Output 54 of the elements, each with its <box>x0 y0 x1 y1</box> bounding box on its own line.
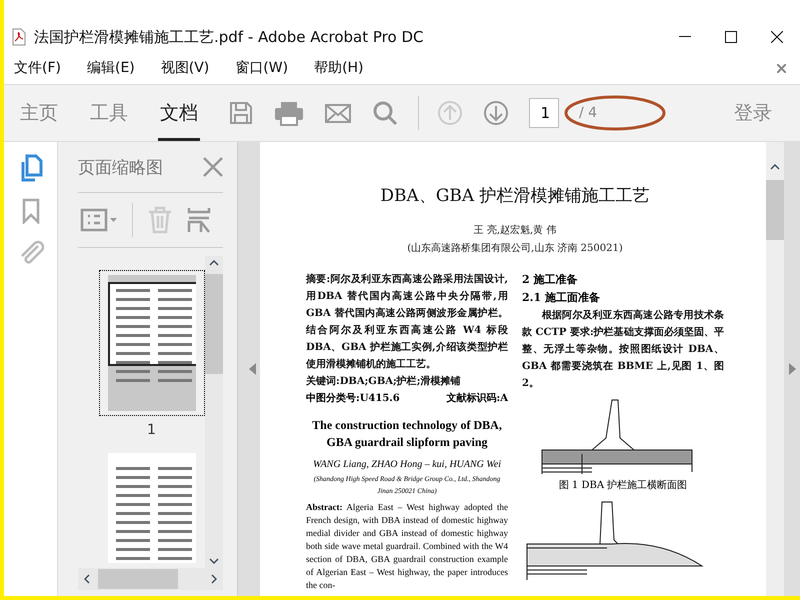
bookmark-icon[interactable] <box>22 198 40 224</box>
trash-icon[interactable] <box>147 206 173 234</box>
body-text: 根据阿尔及利亚东西高速公路专用技术条款 CCTP 要求:护栏基础支撑面必须坚固、平整、无浮土等杂物。按照图纸设计 DBA、GBA 都需要浇筑在 BBME 上,见图 1、图 2。 <box>522 308 724 391</box>
abstract-text: 摘要:阿尔及利亚东西高速公路采用法国设计,用DBA 替代国内高速公路中央分隔带,用 GBA 替代国内高速公路两侧波形金属护栏。结合阿尔及利亚东西高速公路 W4 标段 DBA、GBA 护栏施工实例,介绍该类型护栏使用滑模摊铺机的施工工艺。 <box>306 272 508 372</box>
page-number-field[interactable]: 1 <box>529 98 559 128</box>
subsection-heading: 2.1 施工面准备 <box>522 290 601 306</box>
menu-item[interactable]: 视图(V) <box>156 59 220 77</box>
keywords-text: 关键词:DBA;GBA;护栏;滑模摊铺 <box>306 374 462 389</box>
english-abstract: Abstract: Algeria East – West highway adopted the French design, with DBA instead of domestic highway medial divider and GBA instead of domestic highway both side wave metal guardrail. Combined with the W4 section of DBA, GBA guardrail construction example of Algerian East – West highway, the paper introduces the con- <box>306 501 508 592</box>
menu-item[interactable]: 编辑(E) <box>82 59 145 77</box>
next-page-icon[interactable] <box>483 100 509 126</box>
scroll-right-icon[interactable] <box>211 574 217 584</box>
document-title: DBA、GBA 护栏滑模摊铺施工工艺 <box>379 185 651 207</box>
scrollbar-thumb[interactable] <box>205 274 223 374</box>
authors: 王 亮,赵宏魁,黄 伟 <box>472 224 558 237</box>
close-icon[interactable] <box>203 157 223 177</box>
menu-item[interactable]: 窗口(W) <box>231 59 298 77</box>
thumbnail-label: 1 <box>147 422 156 438</box>
page-total: / 4 <box>579 105 598 121</box>
previous-page-icon[interactable] <box>437 100 463 126</box>
maximize-icon <box>725 31 737 43</box>
close-icon <box>771 31 783 43</box>
window-title: 法国护栏滑模摊铺施工工艺.pdf - Adobe Acrobat Pro DC <box>34 28 424 46</box>
scrollbar-thumb[interactable] <box>766 180 784 240</box>
pages-icon[interactable] <box>18 154 42 182</box>
scroll-up-icon[interactable] <box>770 164 780 170</box>
affiliation: (山东高速路桥集团有限公司,山东 济南 250021) <box>406 242 624 255</box>
scrollbar-thumb[interactable] <box>98 569 178 589</box>
menu-item[interactable]: 帮助(H) <box>310 59 374 77</box>
figure-caption: 图 1 DBA 护栏施工横断面图 <box>558 478 688 492</box>
save-icon[interactable] <box>228 100 254 126</box>
page-thumbnail[interactable] <box>98 270 204 416</box>
minimize-icon <box>679 36 691 38</box>
scroll-left-icon[interactable] <box>84 574 90 584</box>
classification-text: 中图分类号:U415.6 <box>306 392 400 406</box>
scroll-up-icon[interactable] <box>209 260 219 266</box>
menu-item[interactable]: 文件(F) <box>10 59 71 77</box>
expand-arrow-icon[interactable] <box>788 363 796 375</box>
pdf-file-icon <box>12 28 26 46</box>
document-code-text: 文献标识码:A <box>446 392 508 406</box>
close-icon[interactable] <box>777 64 786 72</box>
scrollbar[interactable] <box>78 568 223 590</box>
panel-title: 页面缩略图 <box>78 156 163 178</box>
collapse-arrow-icon[interactable] <box>248 363 256 375</box>
english-title: The construction technology of DBA, GBA guardrail slipform paving <box>311 417 503 451</box>
search-icon[interactable] <box>372 100 398 126</box>
page-extract-icon[interactable] <box>187 206 211 234</box>
scroll-down-icon[interactable] <box>209 558 219 564</box>
options-menu-icon[interactable] <box>80 208 118 232</box>
scrollbar[interactable] <box>205 256 223 568</box>
scrollbar[interactable] <box>766 142 784 596</box>
english-authors: WANG Liang, ZHAO Hong – kui, HUANG Wei <box>312 459 502 471</box>
section-heading: 2 施工准备 <box>522 272 578 288</box>
print-icon[interactable] <box>274 100 304 126</box>
